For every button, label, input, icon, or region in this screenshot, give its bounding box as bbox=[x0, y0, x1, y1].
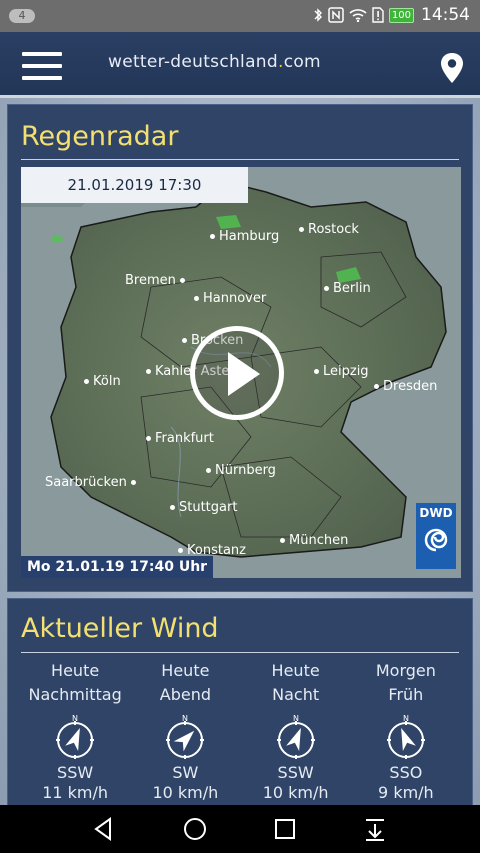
back-icon[interactable] bbox=[90, 815, 118, 843]
period-day: Heute bbox=[271, 661, 320, 680]
system-navigation-bar bbox=[0, 805, 480, 853]
wind-forecast-item: Heute Nachmittag N SSW 11 km/h bbox=[20, 659, 130, 809]
bluetooth-icon bbox=[314, 8, 322, 22]
divider bbox=[21, 159, 459, 160]
location-pin-icon bbox=[441, 53, 463, 83]
svg-text:N: N bbox=[72, 715, 78, 723]
city-label: Saarbrücken bbox=[45, 475, 136, 490]
dwd-swirl-icon bbox=[424, 528, 448, 552]
current-wind-card: Aktueller Wind Heute Nachmittag N SSW 11… bbox=[7, 598, 473, 808]
play-icon bbox=[228, 352, 260, 396]
wind-forecast-list: Heute Nachmittag N SSW 11 km/h Heute Abe… bbox=[20, 659, 461, 809]
period-day: Morgen bbox=[375, 661, 436, 680]
home-icon[interactable] bbox=[181, 815, 209, 843]
wind-speed: 10 km/h bbox=[152, 783, 219, 802]
wind-compass-icon: N bbox=[386, 715, 425, 759]
wind-compass-icon: N bbox=[56, 715, 95, 759]
app-logo[interactable]: wetter-deutschland.com bbox=[108, 52, 321, 72]
wind-speed: 10 km/h bbox=[262, 783, 329, 802]
wind-compass-icon: N bbox=[166, 715, 205, 759]
city-label: Berlin bbox=[324, 281, 371, 296]
dwd-logo: DWD bbox=[416, 503, 456, 569]
city-label: Leipzig bbox=[314, 364, 369, 379]
svg-text:N: N bbox=[403, 715, 409, 723]
rain-radar-card: Regenradar Hamburg Rostock Bremen Berlin… bbox=[7, 104, 473, 592]
logo-sun-dot: . bbox=[277, 52, 284, 72]
recents-icon[interactable] bbox=[271, 815, 299, 843]
city-label: Bremen bbox=[125, 273, 185, 288]
period-day: Heute bbox=[51, 661, 100, 680]
app-bar: wetter-deutschland.com bbox=[0, 32, 480, 98]
battery-indicator: 100 bbox=[388, 7, 414, 23]
svg-text:N: N bbox=[293, 715, 299, 723]
wind-forecast-item: Heute Nacht N SSW 10 km/h bbox=[241, 659, 351, 809]
divider bbox=[21, 652, 459, 653]
city-label: Köln bbox=[84, 374, 121, 389]
city-label: Stuttgart bbox=[169, 500, 238, 515]
nfc-icon bbox=[328, 7, 344, 23]
wind-speed: 9 km/h bbox=[378, 783, 434, 802]
hamburger-menu-button[interactable] bbox=[22, 52, 62, 80]
city-label: Nürnberg bbox=[206, 463, 276, 478]
radar-date-label: 21.01.2019 17:30 bbox=[21, 167, 248, 203]
radar-title: Regenradar bbox=[21, 121, 179, 152]
play-button[interactable] bbox=[190, 326, 284, 420]
city-label: Rostock bbox=[299, 222, 359, 237]
wind-direction: SSO bbox=[389, 763, 423, 782]
period-time: Früh bbox=[388, 685, 424, 704]
wind-forecast-item: Morgen Früh N SSO 9 km/h bbox=[351, 659, 461, 809]
city-label: Frankfurt bbox=[146, 431, 214, 446]
notification-pull-down-icon[interactable] bbox=[361, 815, 389, 843]
city-label: Dresden bbox=[373, 379, 438, 394]
location-button[interactable] bbox=[436, 51, 468, 85]
period-time: Nachmittag bbox=[28, 685, 122, 704]
notification-count-badge: 4 bbox=[9, 9, 35, 23]
status-icons: 100 14:54 bbox=[313, 5, 470, 25]
sim-alert-icon bbox=[372, 7, 384, 23]
radar-timestamp: Mo 21.01.19 17:40 Uhr bbox=[21, 556, 214, 578]
wind-title: Aktueller Wind bbox=[21, 613, 219, 644]
status-bar: 4 100 14:54 bbox=[0, 0, 480, 32]
wind-direction: SSW bbox=[57, 763, 94, 782]
period-day: Heute bbox=[161, 661, 210, 680]
period-time: Nacht bbox=[272, 685, 320, 704]
city-label: Hannover bbox=[193, 291, 267, 306]
wind-compass-icon: N bbox=[276, 715, 315, 759]
wind-speed: 11 km/h bbox=[42, 783, 109, 802]
wind-forecast-item: Heute Abend N SW 10 km/h bbox=[130, 659, 240, 809]
wifi-icon bbox=[349, 9, 367, 22]
wind-direction: SW bbox=[172, 763, 199, 782]
svg-text:N: N bbox=[182, 715, 188, 723]
menu-icon bbox=[22, 52, 62, 56]
city-label: München bbox=[279, 533, 349, 548]
city-label: Hamburg bbox=[209, 229, 280, 244]
period-time: Abend bbox=[159, 685, 211, 704]
clock: 14:54 bbox=[421, 5, 470, 25]
wind-direction: SSW bbox=[277, 763, 314, 782]
